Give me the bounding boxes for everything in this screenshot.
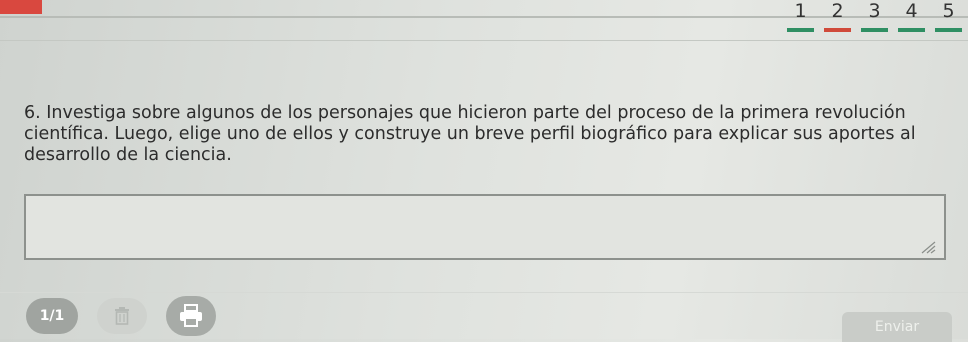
- print-button[interactable]: [166, 296, 216, 336]
- tab-label: 3: [868, 0, 881, 22]
- tab-3[interactable]: 3: [856, 0, 893, 38]
- tab-1[interactable]: 1: [782, 0, 819, 38]
- tab-label: 2: [831, 0, 844, 22]
- tab-indicator: [935, 28, 962, 32]
- tab-5[interactable]: 5: [930, 0, 967, 38]
- delete-button[interactable]: [97, 298, 147, 334]
- tab-label: 4: [905, 0, 918, 22]
- footer-divider: [0, 292, 968, 293]
- tab-indicator: [824, 28, 851, 32]
- answer-textarea[interactable]: [24, 194, 946, 260]
- tab-indicator: [861, 28, 888, 32]
- question-text: 6. Investiga sobre algunos de los person…: [24, 103, 916, 165]
- tab-2[interactable]: 2: [819, 0, 856, 38]
- send-button[interactable]: Enviar: [842, 312, 952, 342]
- tab-indicator: [787, 28, 814, 32]
- tabs-divider: [0, 40, 968, 41]
- question-tabs: 1 2 3 4 5: [782, 0, 967, 38]
- tab-label: 5: [942, 0, 955, 22]
- page-indicator: 1/1: [26, 298, 78, 334]
- trash-icon: [115, 307, 129, 325]
- brand-color-strip: [0, 0, 42, 14]
- tab-label: 1: [794, 0, 807, 22]
- resize-handle-icon[interactable]: [914, 240, 936, 254]
- printer-icon: [180, 304, 202, 327]
- tab-indicator: [898, 28, 925, 32]
- tab-4[interactable]: 4: [893, 0, 930, 38]
